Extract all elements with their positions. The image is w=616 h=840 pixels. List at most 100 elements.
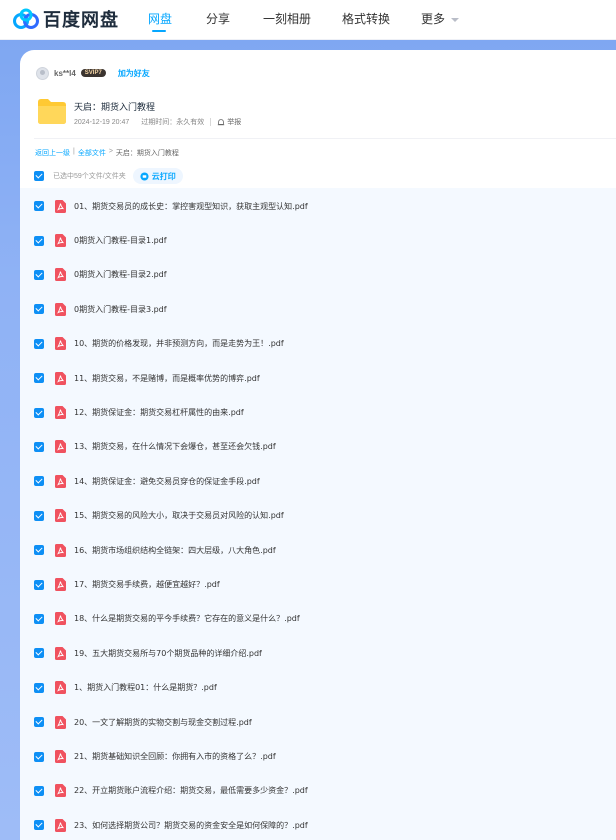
share-title: 天启：期货入门教程: [74, 103, 156, 113]
breadcrumb-separator: >: [108, 148, 113, 155]
file-row[interactable]: 20、一文了解期货的实物交割与现金交割过程.pdf: [20, 705, 616, 739]
file-row[interactable]: 21、期货基础知识全回顾：你拥有入市的资格了么？.pdf: [20, 739, 616, 773]
file-row[interactable]: 12、期货保证金：期货交易杠杆属性的由来.pdf: [20, 395, 616, 429]
cloud-print-label: 云打印: [151, 171, 176, 181]
pdf-file-icon: [55, 612, 66, 626]
file-row[interactable]: 0期货入门教程-目录1.pdf: [20, 223, 616, 257]
file-checkbox[interactable]: [34, 613, 44, 624]
file-name[interactable]: 0期货入门教程-目录3.pdf: [74, 304, 167, 315]
file-name[interactable]: 0期货入门教程-目录2.pdf: [74, 269, 167, 280]
file-row[interactable]: 14、期货保证金：避免交易员穿仓的保证金手段.pdf: [20, 464, 616, 498]
file-name[interactable]: 19、五大期货交易所与70个期货品种的详细介绍.pdf: [74, 648, 262, 659]
top-nav-bar: 百度网盘 网盘 分享 一刻相册 格式转换 更多: [0, 0, 616, 40]
cloud-print-button[interactable]: 云打印: [132, 168, 183, 184]
select-all-checkbox[interactable]: [34, 171, 44, 181]
file-checkbox[interactable]: [34, 373, 44, 384]
file-checkbox[interactable]: [34, 269, 44, 280]
file-name[interactable]: 18、什么是期货交易的平今手续费？它存在的意义是什么？.pdf: [74, 613, 300, 624]
share-meta: 2024-12-19 20:47 过期时间：永久有效 举报: [74, 117, 241, 127]
report-button[interactable]: 举报: [217, 117, 241, 127]
file-name[interactable]: 23、如何选择期货公司？期货交易的资金安全是如何保障的？.pdf: [74, 820, 308, 831]
folder-icon: [38, 99, 66, 124]
sharer-username[interactable]: ks**l4: [54, 69, 76, 78]
file-row[interactable]: 19、五大期货交易所与70个期货品种的详细介绍.pdf: [20, 636, 616, 670]
file-row[interactable]: 23、如何选择期货公司？期货交易的资金安全是如何保障的？.pdf: [20, 808, 616, 840]
pdf-file-icon: [55, 474, 66, 488]
report-icon: [218, 119, 225, 126]
file-row[interactable]: 10、期货的价格发现，并非预测方向，而是走势为王！.pdf: [20, 327, 616, 361]
pdf-file-icon: [55, 750, 66, 764]
pdf-file-icon: [55, 681, 66, 695]
file-row[interactable]: 17、期货交易手续费，越便宜越好？.pdf: [20, 567, 616, 601]
file-name[interactable]: 10、期货的价格发现，并非预测方向，而是走势为王！.pdf: [74, 338, 284, 349]
pdf-file-icon: [55, 268, 66, 282]
pdf-file-icon: [55, 199, 66, 213]
pdf-file-icon: [55, 440, 66, 454]
file-checkbox[interactable]: [34, 407, 44, 418]
file-checkbox[interactable]: [34, 441, 44, 452]
file-row[interactable]: 16、期货市场组织结构全链架：四大层级，八大角色.pdf: [20, 533, 616, 567]
pdf-file-icon: [55, 818, 66, 832]
file-checkbox[interactable]: [34, 785, 44, 796]
file-checkbox[interactable]: [34, 820, 44, 831]
file-name[interactable]: 13、期货交易，在什么情况下会爆仓，甚至还会欠钱.pdf: [74, 441, 276, 452]
svip-badge: SVIP7: [80, 69, 106, 77]
file-name[interactable]: 0期货入门教程-目录1.pdf: [74, 235, 167, 246]
add-friend-link[interactable]: 加为好友: [118, 68, 150, 79]
file-checkbox[interactable]: [34, 235, 44, 246]
share-expiry: 过期时间：永久有效: [141, 119, 205, 126]
breadcrumb-all-files[interactable]: 全部文件: [78, 148, 106, 158]
file-checkbox[interactable]: [34, 579, 44, 590]
file-row[interactable]: 01、期货交易员的成长史：掌控害观型知识，获取主观型认知.pdf: [20, 189, 616, 223]
pdf-file-icon: [55, 715, 66, 729]
sharer-row: ks**l4 SVIP7 加为好友: [36, 66, 150, 80]
file-name[interactable]: 22、开立期货账户流程介绍：期货交易，最低需要多少资金？.pdf: [74, 785, 308, 796]
file-checkbox[interactable]: [34, 476, 44, 487]
file-name[interactable]: 17、期货交易手续费，越便宜越好？.pdf: [74, 579, 220, 590]
file-checkbox[interactable]: [34, 304, 44, 315]
file-checkbox[interactable]: [34, 751, 44, 762]
file-row[interactable]: 11、期货交易，不是赌博，而是概率优势的博弈.pdf: [20, 361, 616, 395]
file-name[interactable]: 11、期货交易，不是赌博，而是概率优势的博弈.pdf: [74, 373, 260, 384]
file-row[interactable]: 0期货入门教程-目录2.pdf: [20, 258, 616, 292]
nav-format-convert[interactable]: 格式转换: [342, 10, 390, 27]
file-row[interactable]: 15、期货交易的风险大小，取决于交易员对风险的认知.pdf: [20, 499, 616, 533]
file-checkbox[interactable]: [34, 338, 44, 349]
pdf-file-icon: [55, 509, 66, 523]
breadcrumb-back[interactable]: 返回上一级: [35, 148, 70, 158]
pdf-file-icon: [55, 302, 66, 316]
file-checkbox[interactable]: [34, 201, 44, 212]
avatar[interactable]: [36, 66, 49, 80]
file-name[interactable]: 14、期货保证金：避免交易员穿仓的保证金手段.pdf: [74, 476, 260, 487]
file-name[interactable]: 12、期货保证金：期货交易杠杆属性的由来.pdf: [74, 407, 244, 418]
file-row[interactable]: 18、什么是期货交易的平今手续费？它存在的意义是什么？.pdf: [20, 602, 616, 636]
file-checkbox[interactable]: [34, 682, 44, 693]
file-row[interactable]: 22、开立期货账户流程介绍：期货交易，最低需要多少资金？.pdf: [20, 774, 616, 808]
file-checkbox[interactable]: [34, 648, 44, 659]
chevron-down-icon: [451, 17, 460, 22]
file-checkbox[interactable]: [34, 545, 44, 556]
file-name[interactable]: 20、一文了解期货的实物交割与现金交割过程.pdf: [74, 717, 252, 728]
pdf-file-icon: [55, 234, 66, 248]
pdf-file-icon: [55, 646, 66, 660]
report-label: 举报: [227, 119, 242, 126]
brand-name: 百度网盘: [43, 10, 119, 31]
file-row[interactable]: 0期货入门教程-目录3.pdf: [20, 292, 616, 326]
file-name[interactable]: 01、期货交易员的成长史：掌控害观型知识，获取主观型认知.pdf: [74, 201, 308, 212]
pdf-file-icon: [55, 371, 66, 385]
file-row[interactable]: 1、期货入门教程01：什么是期货？.pdf: [20, 671, 616, 705]
file-checkbox[interactable]: [34, 717, 44, 728]
file-checkbox[interactable]: [34, 510, 44, 521]
nav-more[interactable]: 更多: [421, 10, 460, 27]
file-name[interactable]: 15、期货交易的风险大小，取决于交易员对风险的认知.pdf: [74, 510, 284, 521]
nav-netdisk[interactable]: 网盘: [148, 10, 172, 27]
file-name[interactable]: 1、期货入门教程01：什么是期货？.pdf: [74, 682, 217, 693]
breadcrumb: 返回上一级 | 全部文件 > 天启：期货入门教程: [35, 148, 179, 158]
baidu-netdisk-logo[interactable]: 百度网盘: [12, 7, 119, 31]
file-row[interactable]: 13、期货交易，在什么情况下会爆仓，甚至还会欠钱.pdf: [20, 430, 616, 464]
nav-share[interactable]: 分享: [206, 10, 230, 27]
file-name[interactable]: 21、期货基础知识全回顾：你拥有入市的资格了么？.pdf: [74, 751, 276, 762]
nav-album[interactable]: 一刻相册: [263, 10, 311, 27]
file-name[interactable]: 16、期货市场组织结构全链架：四大层级，八大角色.pdf: [74, 545, 276, 556]
share-card: ks**l4 SVIP7 加为好友 天启：期货入门教程 2024-12-19 2…: [20, 50, 616, 840]
